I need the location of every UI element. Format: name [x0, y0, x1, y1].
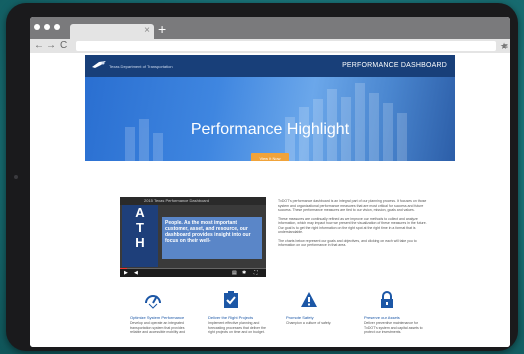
menu-icon[interactable]: ≡: [503, 39, 508, 53]
description-paragraph: These measures are continually refined a…: [278, 216, 427, 235]
goal-card-safety[interactable]: Promote Safety Champion a culture of saf…: [286, 291, 352, 347]
video-ath-graphic: A T H: [122, 205, 158, 267]
web-page: Performance Highlight View It Now Texas …: [30, 53, 510, 347]
plus-icon[interactable]: +: [158, 22, 166, 36]
hero-title: Performance Highlight: [190, 121, 350, 138]
hero-banner: Performance Highlight View It Now Texas …: [85, 55, 455, 161]
back-arrow-icon[interactable]: ←: [34, 39, 44, 53]
tablet-screen: × + ← → C ★ ≡ Performance Highlight View…: [30, 17, 510, 347]
card-title: Preserve our Assets: [364, 315, 400, 320]
org-name: Texas Department of Transportation: [109, 64, 173, 69]
browser-tab-bar: × +: [30, 17, 510, 39]
description-text: TxDOT's performance dashboard is an inte…: [278, 199, 428, 252]
reload-icon[interactable]: C: [60, 39, 67, 53]
site-header: Texas Department of Transportation PERFO…: [85, 55, 455, 77]
tablet-frame: × + ← → C ★ ≡ Performance Highlight View…: [6, 3, 518, 351]
checklist-icon: [224, 291, 238, 308]
warning-icon: [301, 292, 317, 307]
video-player[interactable]: 2015 Texas Performance Dashboard A T H P…: [120, 197, 266, 277]
maximize-window-dot[interactable]: [54, 24, 60, 30]
card-title: Promote Safety: [286, 315, 314, 320]
captions-icon[interactable]: ▤: [232, 269, 237, 277]
browser-nav-bar: ← → C ★ ≡: [30, 39, 510, 53]
card-text: Deliver preventive maintenance for TxDOT…: [364, 321, 423, 334]
txdot-logo-icon[interactable]: [91, 59, 107, 71]
hero-bar-graphic: [125, 83, 407, 161]
close-window-dot[interactable]: [34, 24, 40, 30]
card-title: Optimize System Performance: [130, 315, 185, 320]
hero-background-image: Performance Highlight View It Now: [85, 77, 455, 161]
video-letter: A: [135, 205, 145, 220]
video-title-bar: 2015 Texas Performance Dashboard: [120, 197, 266, 205]
video-letter: T: [136, 220, 144, 235]
play-icon[interactable]: ▶: [124, 269, 128, 277]
card-title: Deliver the Right Projects: [208, 315, 254, 320]
forward-arrow-icon[interactable]: →: [46, 39, 56, 53]
browser-tab[interactable]: ×: [70, 24, 154, 39]
fullscreen-icon[interactable]: ⛶: [254, 269, 258, 277]
close-icon[interactable]: ×: [144, 24, 150, 38]
video-title: 2015 Texas Performance Dashboard: [144, 198, 210, 203]
description-paragraph: The charts below represent our goals and…: [278, 238, 417, 248]
goal-card-right-projects[interactable]: Deliver the Right Projects Implement eff…: [208, 291, 274, 347]
card-text: Develop and operate an integrated transp…: [130, 321, 186, 334]
camera-dot: [14, 175, 18, 179]
goal-card-assets[interactable]: Preserve our Assets Deliver preventive m…: [364, 291, 430, 347]
window-controls: [34, 24, 60, 30]
minimize-window-dot[interactable]: [44, 24, 50, 30]
video-letter: H: [135, 235, 145, 250]
video-controls: ▶ ◀ ▤ ✱ ⛶: [120, 269, 266, 277]
goal-cards: Optimize System Performance Develop and …: [130, 291, 430, 347]
card-text: Implement effective planning and forecas…: [208, 321, 266, 334]
settings-icon[interactable]: ✱: [242, 269, 246, 277]
lock-icon: [381, 291, 393, 308]
description-paragraph: TxDOT's performance dashboard is an inte…: [278, 199, 427, 212]
goal-card-system-performance[interactable]: Optimize System Performance Develop and …: [130, 291, 196, 347]
volume-icon[interactable]: ◀: [134, 269, 138, 277]
gauge-icon: [145, 295, 161, 309]
video-quote-box: People. As the most important customer, …: [162, 217, 262, 259]
card-text: Champion a culture of safety.: [286, 321, 332, 325]
view-it-now-button[interactable]: View It Now: [251, 153, 289, 161]
dashboard-title: PERFORMANCE DASHBOARD: [342, 62, 447, 69]
address-bar[interactable]: [76, 41, 496, 51]
video-quote: People. As the most important customer, …: [165, 220, 251, 244]
